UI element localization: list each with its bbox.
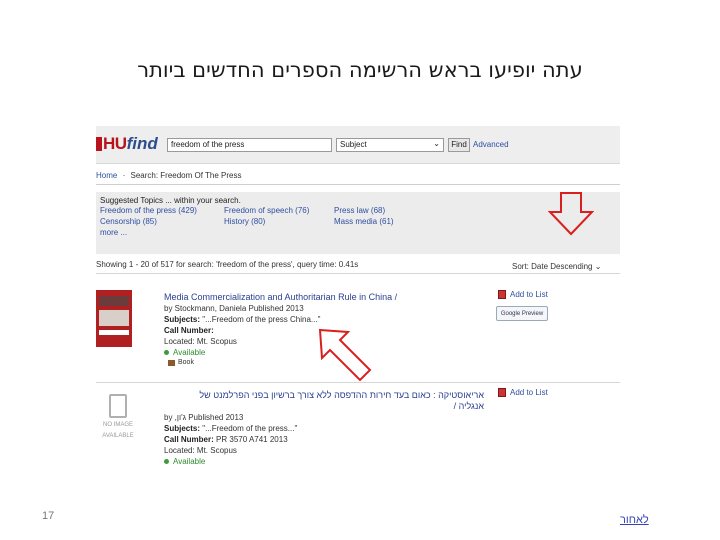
- breadcrumb-current: Search: Freedom Of The Press: [130, 171, 242, 180]
- chevron-down-icon: ⌄: [433, 139, 440, 148]
- available-dot-icon: [164, 459, 169, 464]
- search-input[interactable]: freedom of the press: [167, 138, 332, 152]
- no-image-label: NO IMAGE: [102, 422, 133, 428]
- add-to-list-label: Add to List: [510, 388, 548, 397]
- availability-label: Available: [173, 348, 206, 357]
- logo-hu: HU: [103, 134, 127, 153]
- add-to-list-button[interactable]: Add to List: [498, 388, 548, 397]
- subjects-label: Subjects:: [164, 315, 201, 324]
- result-location: Located: Mt. Scopus: [164, 337, 237, 346]
- slide-title: עתה יופיעו בראש הרשימה הספרים החדשים ביו…: [137, 58, 583, 82]
- topic-link[interactable]: Press law (68): [334, 206, 454, 217]
- add-to-list-icon: [498, 388, 506, 397]
- no-image-placeholder: NO IMAGE AVAILABLE: [96, 394, 140, 440]
- call-number-label: Call Number:: [164, 326, 214, 335]
- google-preview-button[interactable]: Google Preview: [496, 306, 548, 321]
- hufind-logo[interactable]: HU find: [96, 134, 158, 154]
- result-location: Located: Mt. Scopus: [164, 446, 237, 455]
- sort-select[interactable]: Sort: Date Descending ⌄: [512, 262, 601, 271]
- search-header: HU find freedom of the press Subject ⌄ F…: [96, 126, 620, 164]
- call-number-value: PR 3570 A741 2013: [216, 435, 288, 444]
- availability-status: Available: [164, 348, 205, 357]
- availability-status: Available: [164, 457, 205, 466]
- down-arrow-annotation-icon: [548, 192, 594, 236]
- result-subjects: Subjects: "...Freedom of the press China…: [164, 315, 320, 324]
- result-title-link-line2[interactable]: אנגליה /: [164, 401, 484, 411]
- result-title-link[interactable]: Media Commercialization and Authoritaria…: [164, 292, 397, 302]
- result-author: by Stockmann, Daniela Published 2013: [164, 304, 304, 313]
- breadcrumb-home[interactable]: Home: [96, 171, 117, 180]
- topic-link[interactable]: History (80): [224, 217, 334, 228]
- call-number-label: Call Number:: [164, 435, 214, 444]
- subjects-value: "...Freedom of the press...": [202, 424, 298, 433]
- divider: [96, 382, 620, 383]
- add-to-list-label: Add to List: [510, 290, 548, 299]
- topics-more-link[interactable]: more ...: [100, 228, 224, 239]
- search-type-value: Subject: [340, 140, 367, 149]
- breadcrumb-separator: ·: [122, 171, 126, 180]
- subjects-value: "...Freedom of the press China...": [202, 315, 321, 324]
- no-image-icon: [109, 394, 127, 418]
- result-subjects: Subjects: "...Freedom of the press...": [164, 424, 297, 433]
- book-icon: [168, 359, 175, 366]
- divider: [96, 273, 620, 274]
- add-to-list-icon: [498, 290, 506, 299]
- add-to-list-button[interactable]: Add to List: [498, 290, 548, 299]
- search-type-select[interactable]: Subject ⌄: [336, 138, 444, 152]
- find-button[interactable]: Find: [448, 138, 470, 152]
- logo-find: find: [126, 134, 158, 153]
- topic-link[interactable]: Mass media (61): [334, 217, 454, 228]
- result-item: NO IMAGE AVAILABLE אריאוסטיקה : כאום בעד…: [96, 388, 620, 478]
- back-link[interactable]: לאחור: [620, 514, 649, 526]
- availability-label: Available: [173, 457, 206, 466]
- logo-mark-icon: [96, 137, 102, 151]
- hufind-screenshot: HU find freedom of the press Subject ⌄ F…: [96, 126, 620, 478]
- subjects-label: Subjects:: [164, 424, 201, 433]
- advanced-search-link[interactable]: Advanced: [473, 140, 509, 149]
- chevron-down-icon: ⌄: [594, 262, 602, 271]
- page-number: 17: [42, 510, 55, 522]
- result-author: by ,ג'ון Published 2013: [164, 413, 244, 422]
- results-count: Showing 1 - 20 of 517 for search: 'freed…: [96, 260, 359, 269]
- topic-link[interactable]: Freedom of speech (76): [224, 206, 334, 217]
- sort-value: Sort: Date Descending: [512, 262, 593, 271]
- available-dot-icon: [164, 350, 169, 355]
- book-cover-image[interactable]: [96, 290, 132, 347]
- result-call-number: Call Number:: [164, 326, 214, 335]
- topic-link[interactable]: Freedom of the press (429): [100, 206, 224, 217]
- format-label: Book: [178, 359, 194, 366]
- diagonal-arrow-annotation-icon: [318, 328, 372, 382]
- topic-link[interactable]: Censorship (85): [100, 217, 224, 228]
- no-image-label-2: AVAILABLE: [102, 433, 134, 439]
- result-title-link[interactable]: אריאוסטיקה : כאום בעד חירות ההדפסה ללא צ…: [164, 390, 484, 400]
- suggested-topics-header: Suggested Topics ... within your search.: [100, 196, 241, 205]
- suggested-topics: Suggested Topics ... within your search.…: [96, 192, 620, 254]
- breadcrumb: Home · Search: Freedom Of The Press: [96, 171, 620, 185]
- format-badge: Book: [168, 359, 194, 366]
- result-call-number: Call Number: PR 3570 A741 2013: [164, 435, 288, 444]
